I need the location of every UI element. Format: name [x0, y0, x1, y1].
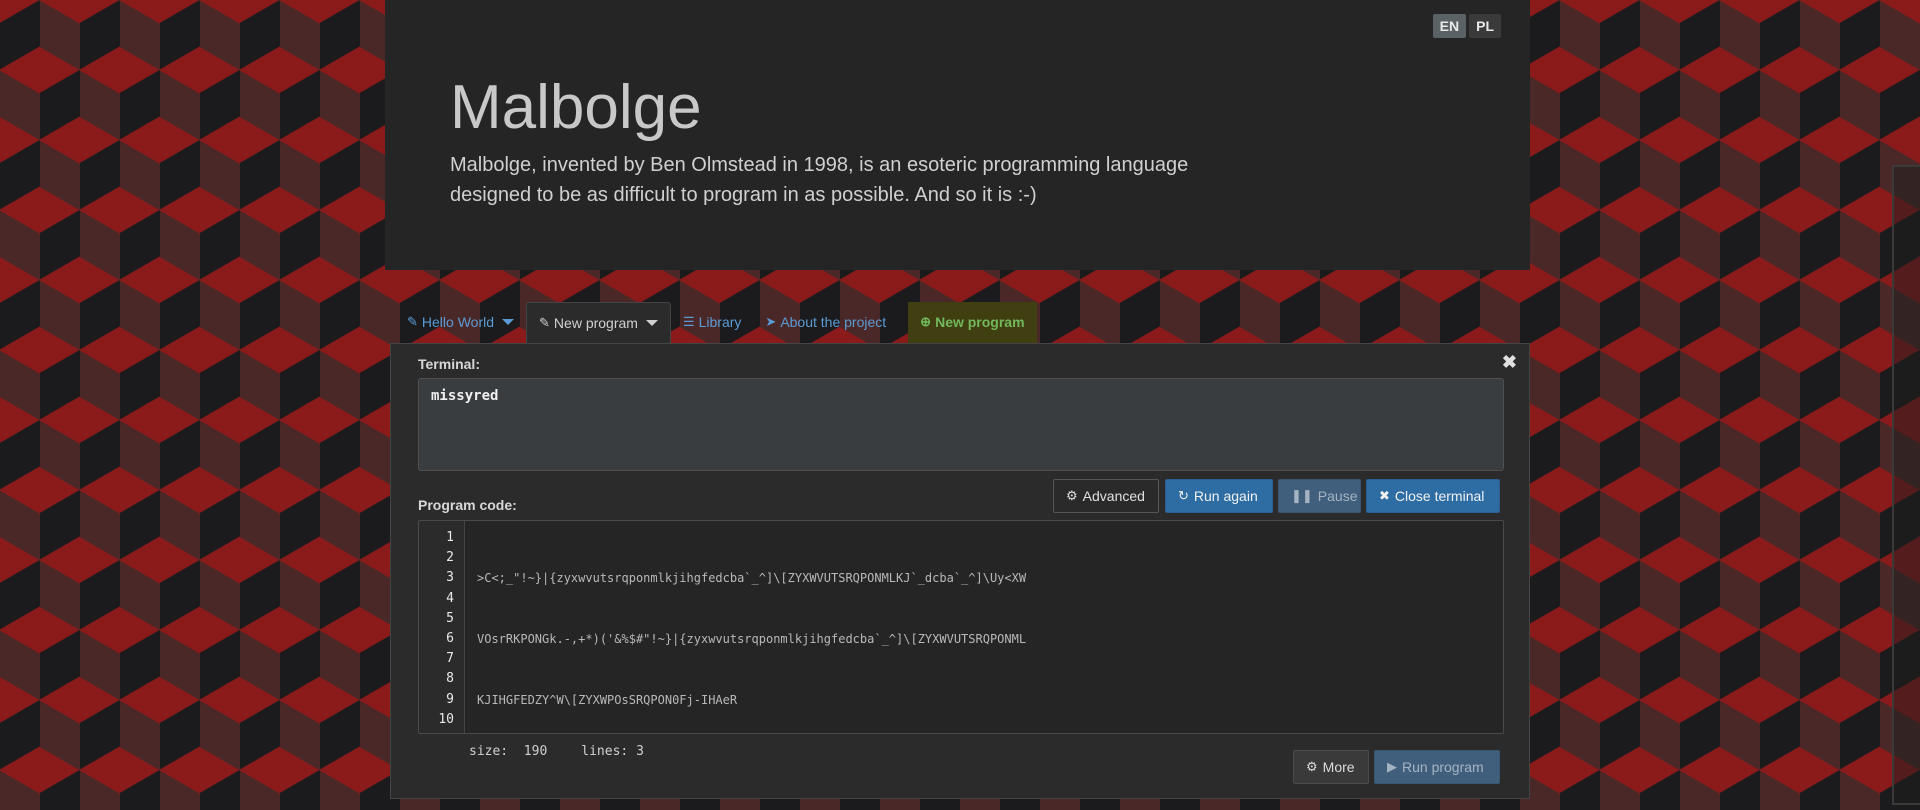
line-number: 9	[446, 691, 454, 707]
close-icon[interactable]: ✖	[1502, 352, 1517, 373]
program-stats: size: 190 lines: 3	[469, 744, 644, 759]
run-program-button[interactable]: ▶ Run program	[1374, 750, 1500, 784]
side-panel-edge	[1892, 165, 1920, 805]
gear-icon: ⚙	[1306, 759, 1318, 774]
line-number: 4	[446, 590, 454, 606]
tab-new-program[interactable]: ✎ New program	[526, 302, 671, 344]
page-subtitle: Malbolge, invented by Ben Olmstead in 19…	[450, 154, 1189, 206]
send-icon: ➤	[765, 314, 777, 329]
code-editor[interactable]: 1 2 3 4 5 6 7 8 9 10 >C<;_"!~}|{zyxwvuts…	[418, 520, 1504, 734]
advanced-button[interactable]: ⚙ Advanced	[1053, 479, 1159, 513]
plus-circle-icon: ⊕	[920, 314, 932, 329]
size-stat: size: 190	[469, 744, 547, 759]
play-icon: ▶	[1387, 759, 1397, 774]
pause-icon: ❚❚	[1291, 488, 1313, 503]
page-title: Malbolge	[450, 73, 702, 142]
tab-library[interactable]: ☰ Library	[671, 302, 753, 344]
advanced-label: Advanced	[1082, 488, 1145, 504]
tab-label: Library	[698, 314, 742, 330]
program-code-label: Program code:	[418, 497, 517, 513]
line-number: 3	[446, 570, 454, 586]
lang-pl-button[interactable]: PL	[1469, 14, 1501, 38]
code-line: VOsrRKPONGk.-,+*)('&%$#"!~}|{zyxwvutsrqp…	[477, 632, 1027, 647]
line-number: 7	[446, 651, 454, 667]
line-number: 6	[446, 631, 454, 647]
program-panel: Terminal: ✖ missyred Program code: ⚙ Adv…	[390, 343, 1530, 799]
lines-stat: lines: 3	[581, 744, 644, 759]
code-line: >C<;_"!~}|{zyxwvutsrqponmlkjihgfedcba`_^…	[477, 571, 1027, 586]
line-number-gutter: 1 2 3 4 5 6 7 8 9 10	[419, 521, 464, 733]
tab-bar: ✎ Hello World ✎ New program ☰ Library ➤ …	[395, 302, 1037, 344]
list-icon: ☰	[682, 314, 695, 329]
terminal-label: Terminal:	[418, 356, 480, 372]
size-value: 190	[523, 744, 548, 759]
tab-label: New program	[553, 315, 638, 331]
more-label: More	[1322, 759, 1355, 775]
line-number: 2	[446, 550, 454, 566]
lines-value: 3	[636, 744, 644, 759]
close-terminal-label: Close terminal	[1394, 488, 1485, 504]
close-terminal-button[interactable]: ✖ Close terminal	[1366, 479, 1500, 513]
lang-en-button[interactable]: EN	[1432, 14, 1467, 38]
close-icon: ✖	[1379, 488, 1390, 503]
edit-icon: ✎	[539, 315, 550, 330]
run-program-label: Run program	[1402, 759, 1484, 775]
run-again-label: Run again	[1193, 488, 1258, 504]
pause-label: Pause	[1317, 488, 1358, 504]
line-number: 8	[446, 671, 454, 687]
refresh-icon: ↻	[1178, 488, 1189, 503]
terminal-output: missyred	[418, 378, 1504, 471]
code-area[interactable]: >C<;_"!~}|{zyxwvutsrqponmlkjihgfedcba`_^…	[464, 521, 1503, 733]
code-line: KJIHGFEDZY^W\[ZYXWPOsSRQPON0Fj-IHAeR	[477, 692, 738, 707]
run-again-button[interactable]: ↻ Run again	[1165, 479, 1273, 513]
header: EN PL Malbolge Malbolge, invented by Ben…	[385, 0, 1530, 270]
more-button[interactable]: ⚙ More	[1293, 750, 1369, 784]
tab-hello-world[interactable]: ✎ Hello World	[395, 302, 526, 344]
size-label: size:	[469, 744, 509, 759]
tab-label: About the project	[780, 314, 887, 330]
tab-label: New program	[935, 314, 1025, 330]
new-program-button[interactable]: ⊕ New program	[908, 302, 1037, 344]
line-number: 5	[446, 610, 454, 626]
gear-icon: ⚙	[1066, 488, 1078, 503]
lines-label: lines:	[581, 744, 629, 759]
edit-icon: ✎	[407, 314, 418, 329]
language-switcher: EN PL	[1432, 14, 1501, 38]
chevron-down-icon	[645, 320, 658, 326]
line-number: 1	[446, 530, 454, 545]
line-number: 10	[438, 711, 454, 727]
tab-about[interactable]: ➤ About the project	[753, 302, 898, 344]
chevron-down-icon	[502, 319, 515, 325]
tab-label: Hello World	[421, 314, 495, 330]
pause-button[interactable]: ❚❚ Pause	[1278, 479, 1361, 513]
